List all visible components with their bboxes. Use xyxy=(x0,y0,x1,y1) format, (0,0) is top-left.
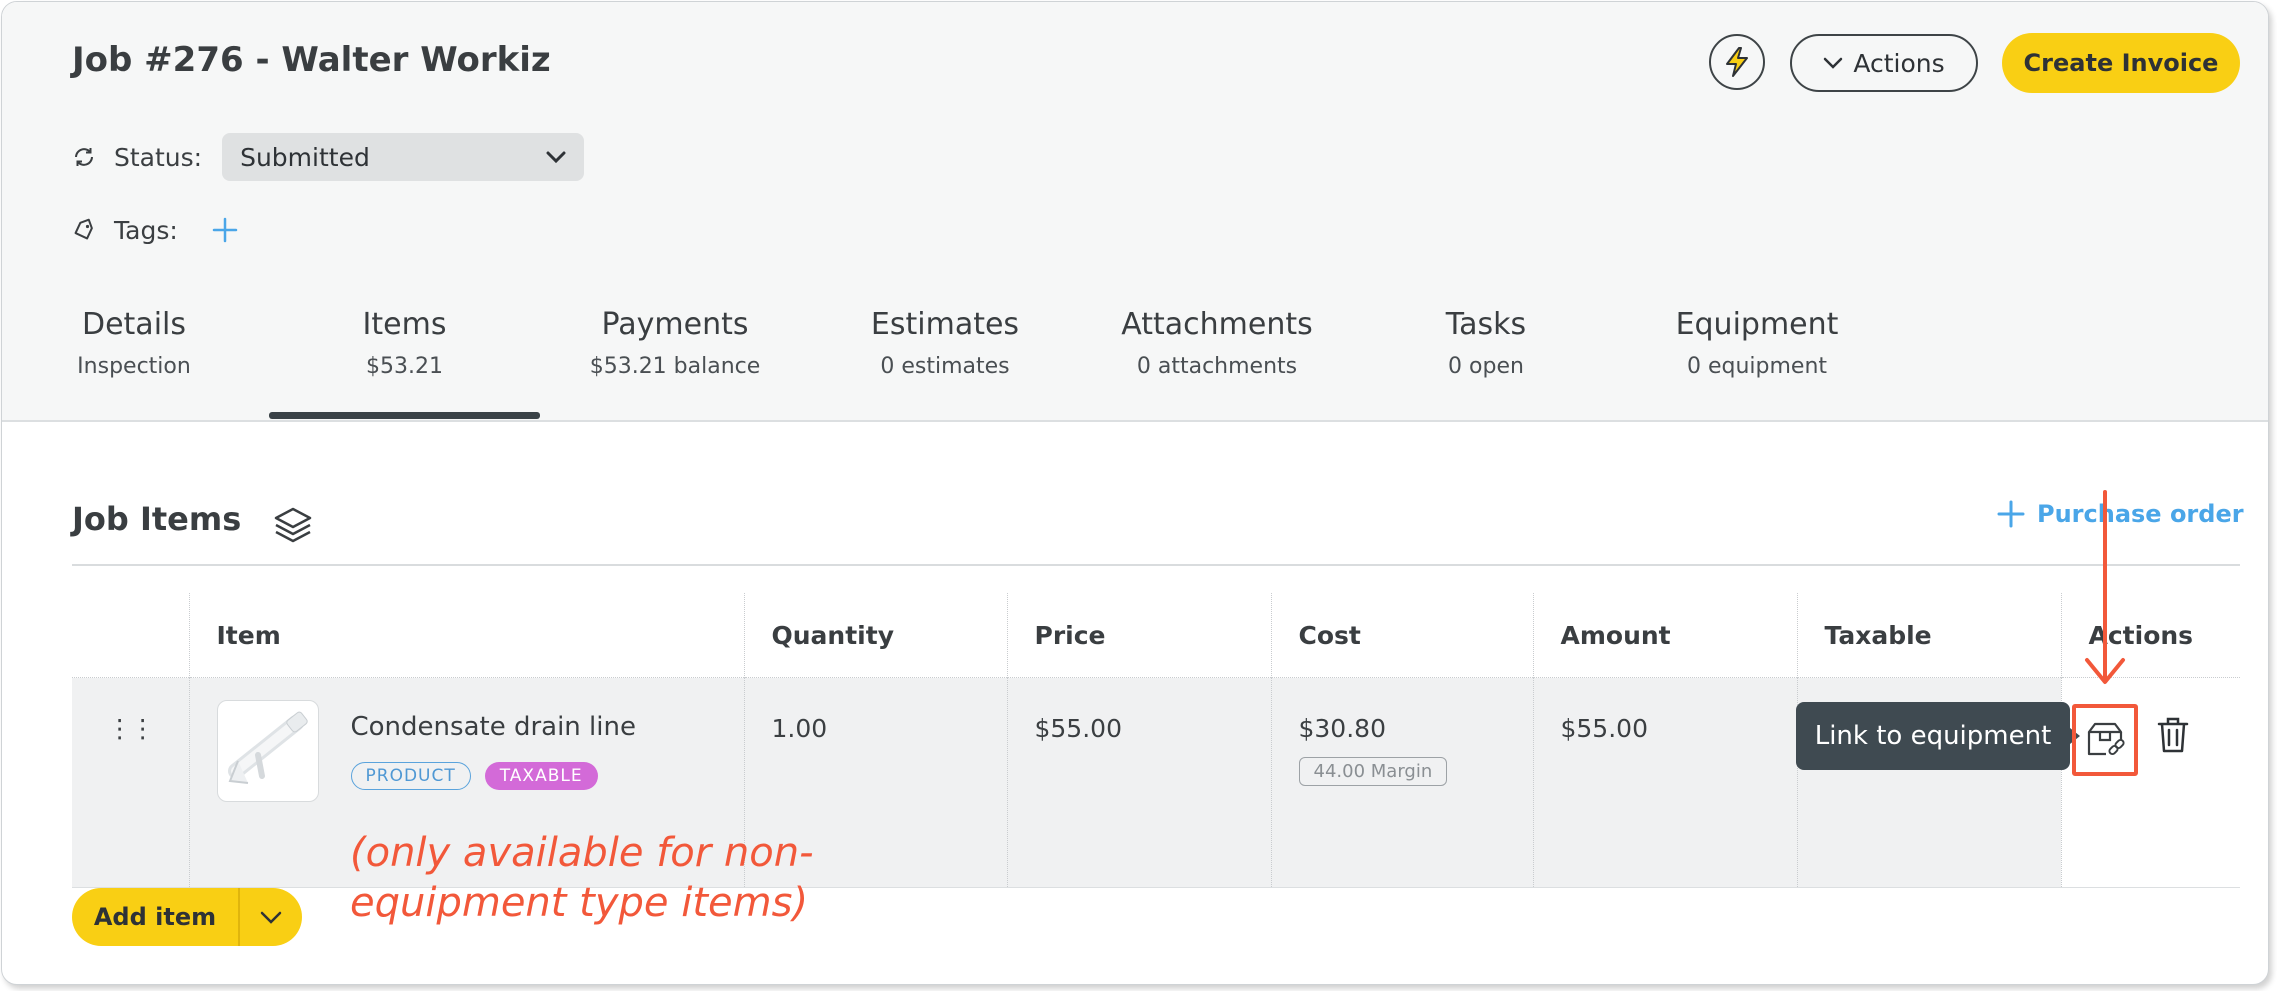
tab-details[interactable]: Details Inspection xyxy=(44,307,224,379)
tab-title: Estimates xyxy=(870,307,1020,342)
item-thumbnail xyxy=(216,700,319,802)
tab-items[interactable]: Items $53.21 xyxy=(269,307,540,379)
annotation-line-1: (only available for non- xyxy=(350,830,814,876)
status-select[interactable]: Submitted xyxy=(222,133,585,181)
table-header-row: Item Quantity Price Cost Amount Taxable … xyxy=(72,593,2240,678)
tab-subtitle: $53.21 balance xyxy=(589,354,761,379)
cost-value: $30.80 xyxy=(1298,714,1386,743)
tab-subtitle: 0 attachments xyxy=(1136,354,1298,379)
tab-subtitle: 0 open xyxy=(1448,354,1524,379)
column-header-taxable: Taxable xyxy=(1796,593,2061,678)
job-items-title: Job Items xyxy=(72,500,242,538)
tab-title: Payments xyxy=(601,307,749,342)
chevron-down-icon xyxy=(546,151,566,163)
active-tab-indicator xyxy=(269,412,540,419)
tab-estimates[interactable]: Estimates 0 estimates xyxy=(840,307,1050,379)
chevron-down-icon xyxy=(1824,57,1843,69)
actions-label: Actions xyxy=(1853,48,1945,78)
link-to-equipment-button[interactable] xyxy=(2072,704,2138,776)
job-page: Job #276 - Walter Workiz Actions Create … xyxy=(1,1,2269,985)
actions-dropdown-button[interactable]: Actions xyxy=(1790,34,1978,92)
column-header-drag xyxy=(72,593,189,678)
lightning-icon xyxy=(1726,47,1748,77)
status-row: Status: Submitted xyxy=(72,132,585,182)
annotation-note: (only available for non- equipment type … xyxy=(350,828,814,928)
create-invoice-button[interactable]: Create Invoice xyxy=(2002,33,2240,93)
tab-title: Attachments xyxy=(1121,307,1313,342)
drag-handle-icon[interactable]: ⋮⋮ xyxy=(72,677,189,888)
column-header-price: Price xyxy=(1006,593,1271,678)
annotation-line-2: equipment type items) xyxy=(350,880,809,926)
add-item-button[interactable]: Add item xyxy=(72,903,238,931)
tags-row: Tags: xyxy=(72,207,238,253)
add-item-split-button: Add item xyxy=(72,888,302,946)
tab-subtitle: $53.21 xyxy=(366,354,443,379)
tab-attachments[interactable]: Attachments 0 attachments xyxy=(1092,307,1342,379)
link-equipment-tooltip: Link to equipment xyxy=(1796,702,2080,770)
tab-subtitle: 0 estimates xyxy=(880,354,1010,379)
tags-label: Tags: xyxy=(114,215,178,245)
trash-icon[interactable] xyxy=(2155,716,2191,754)
item-name[interactable]: Condensate drain line xyxy=(351,712,636,742)
cost-cell[interactable]: $30.80 44.00 Margin xyxy=(1270,677,1533,888)
tab-subtitle: Inspection xyxy=(77,354,191,379)
layers-icon[interactable] xyxy=(272,506,314,546)
tab-title: Items xyxy=(362,307,447,342)
add-item-options-button[interactable] xyxy=(240,911,302,924)
tab-title: Tasks xyxy=(1445,307,1527,342)
price-cell[interactable]: $55.00 xyxy=(1006,677,1271,888)
plus-icon xyxy=(1997,500,2025,528)
section-divider xyxy=(72,564,2240,566)
product-badge: PRODUCT xyxy=(350,762,471,790)
status-value: Submitted xyxy=(240,142,370,172)
pipe-product-image xyxy=(227,711,308,784)
column-header-amount: Amount xyxy=(1532,593,1797,678)
taxable-badge: TAXABLE xyxy=(484,762,598,790)
column-header-quantity: Quantity xyxy=(743,593,1007,678)
tab-subtitle: 0 equipment xyxy=(1686,354,1828,379)
amount-cell: $55.00 xyxy=(1532,677,1797,888)
tab-title: Equipment xyxy=(1675,307,1839,342)
add-tag-icon[interactable] xyxy=(212,217,238,243)
tag-icon xyxy=(74,218,93,240)
margin-badge: 44.00 Margin xyxy=(1298,757,1448,786)
purchase-order-label: Purchase order xyxy=(2037,500,2244,528)
refresh-icon xyxy=(75,148,93,166)
tab-equipment[interactable]: Equipment 0 equipment xyxy=(1642,307,1872,379)
quick-actions-button[interactable] xyxy=(1709,34,1765,90)
page-title: Job #276 - Walter Workiz xyxy=(72,40,551,80)
chevron-down-icon xyxy=(260,911,282,924)
annotation-arrow xyxy=(2085,490,2125,684)
tab-payments[interactable]: Payments $53.21 balance xyxy=(565,307,785,379)
column-header-cost: Cost xyxy=(1270,593,1533,678)
column-header-item: Item xyxy=(188,593,744,678)
job-header: Job #276 - Walter Workiz Actions Create … xyxy=(2,2,2268,422)
equipment-link-icon xyxy=(2087,722,2125,756)
tab-title: Details xyxy=(81,307,186,342)
tab-tasks[interactable]: Tasks 0 open xyxy=(1402,307,1570,379)
status-label: Status: xyxy=(114,142,203,172)
